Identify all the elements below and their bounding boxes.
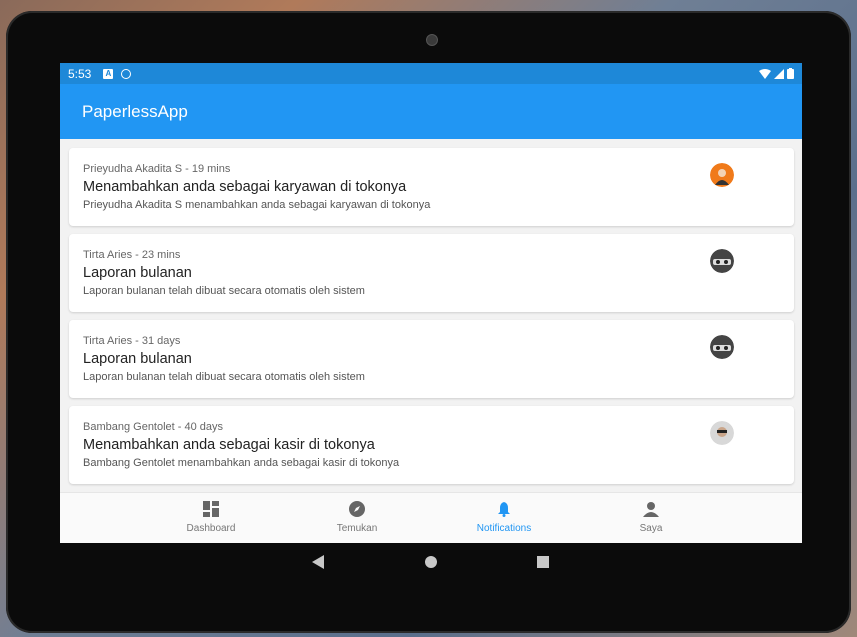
notification-title: Laporan bulanan bbox=[83, 351, 192, 367]
notification-meta: Tirta Aries - 23 mins bbox=[83, 249, 181, 261]
recents-icon[interactable] bbox=[536, 555, 550, 569]
notification-meta: Bambang Gentolet - 40 days bbox=[83, 421, 224, 433]
bell-icon bbox=[498, 502, 510, 517]
system-navigation-bar bbox=[60, 543, 802, 583]
avatar bbox=[710, 421, 734, 445]
wifi-icon bbox=[759, 68, 771, 79]
notification-desc: Prieyudha Akadita S menambahkan anda seb… bbox=[83, 199, 431, 211]
notification-card[interactable]: Tirta Aries - 31 days Laporan bulanan La… bbox=[69, 320, 794, 398]
a-icon: A bbox=[103, 68, 114, 79]
notification-title: Menambahkan anda sebagai kasir di tokony… bbox=[83, 437, 375, 453]
status-right-icons bbox=[759, 68, 794, 79]
nav-label: Notifications bbox=[476, 523, 532, 534]
back-icon[interactable] bbox=[312, 555, 326, 569]
nav-label: Saya bbox=[639, 523, 663, 534]
notification-desc: Laporan bulanan telah dibuat secara otom… bbox=[83, 371, 365, 383]
status-bar: 5:53 A bbox=[60, 63, 802, 84]
person-icon bbox=[643, 502, 659, 517]
notification-list: Prieyudha Akadita S - 19 mins Menambahka… bbox=[60, 139, 802, 484]
nav-temukan[interactable]: Temukan bbox=[317, 501, 397, 534]
nav-label: Temukan bbox=[336, 523, 378, 534]
app-title: PaperlessApp bbox=[82, 101, 188, 121]
avatar bbox=[710, 249, 734, 273]
dashboard-icon bbox=[203, 501, 219, 517]
nav-saya[interactable]: Saya bbox=[611, 501, 691, 534]
at-icon bbox=[121, 68, 132, 79]
nav-notifications[interactable]: Notifications bbox=[464, 501, 544, 534]
nav-label: Dashboard bbox=[186, 523, 236, 534]
notification-card[interactable]: Prieyudha Akadita S - 19 mins Menambahka… bbox=[69, 148, 794, 226]
nav-dashboard[interactable]: Dashboard bbox=[171, 501, 251, 534]
signal-icon bbox=[774, 68, 784, 79]
bottom-navigation: Dashboard Temukan Notifications Saya bbox=[60, 492, 802, 543]
app-bar: PaperlessApp bbox=[60, 84, 802, 139]
status-time: 5:53 bbox=[68, 66, 92, 81]
notification-desc: Bambang Gentolet menambahkan anda sebaga… bbox=[83, 457, 400, 469]
camera-icon bbox=[426, 34, 438, 46]
notification-meta: Tirta Aries - 31 days bbox=[83, 335, 181, 347]
device-screen: 5:53 A PaperlessApp Prieyudha Akadita S … bbox=[60, 63, 802, 543]
notification-meta: Prieyudha Akadita S - 19 mins bbox=[83, 163, 231, 175]
avatar bbox=[710, 335, 734, 359]
notification-card[interactable]: Bambang Gentolet - 40 days Menambahkan a… bbox=[69, 406, 794, 484]
notification-title: Laporan bulanan bbox=[83, 265, 192, 281]
compass-icon bbox=[349, 501, 365, 517]
notification-card[interactable]: Tirta Aries - 23 mins Laporan bulanan La… bbox=[69, 234, 794, 312]
home-icon[interactable] bbox=[424, 555, 438, 569]
battery-icon bbox=[787, 68, 794, 79]
avatar bbox=[710, 163, 734, 187]
notification-title: Menambahkan anda sebagai karyawan di tok… bbox=[83, 179, 407, 195]
notification-desc: Laporan bulanan telah dibuat secara otom… bbox=[83, 285, 365, 297]
